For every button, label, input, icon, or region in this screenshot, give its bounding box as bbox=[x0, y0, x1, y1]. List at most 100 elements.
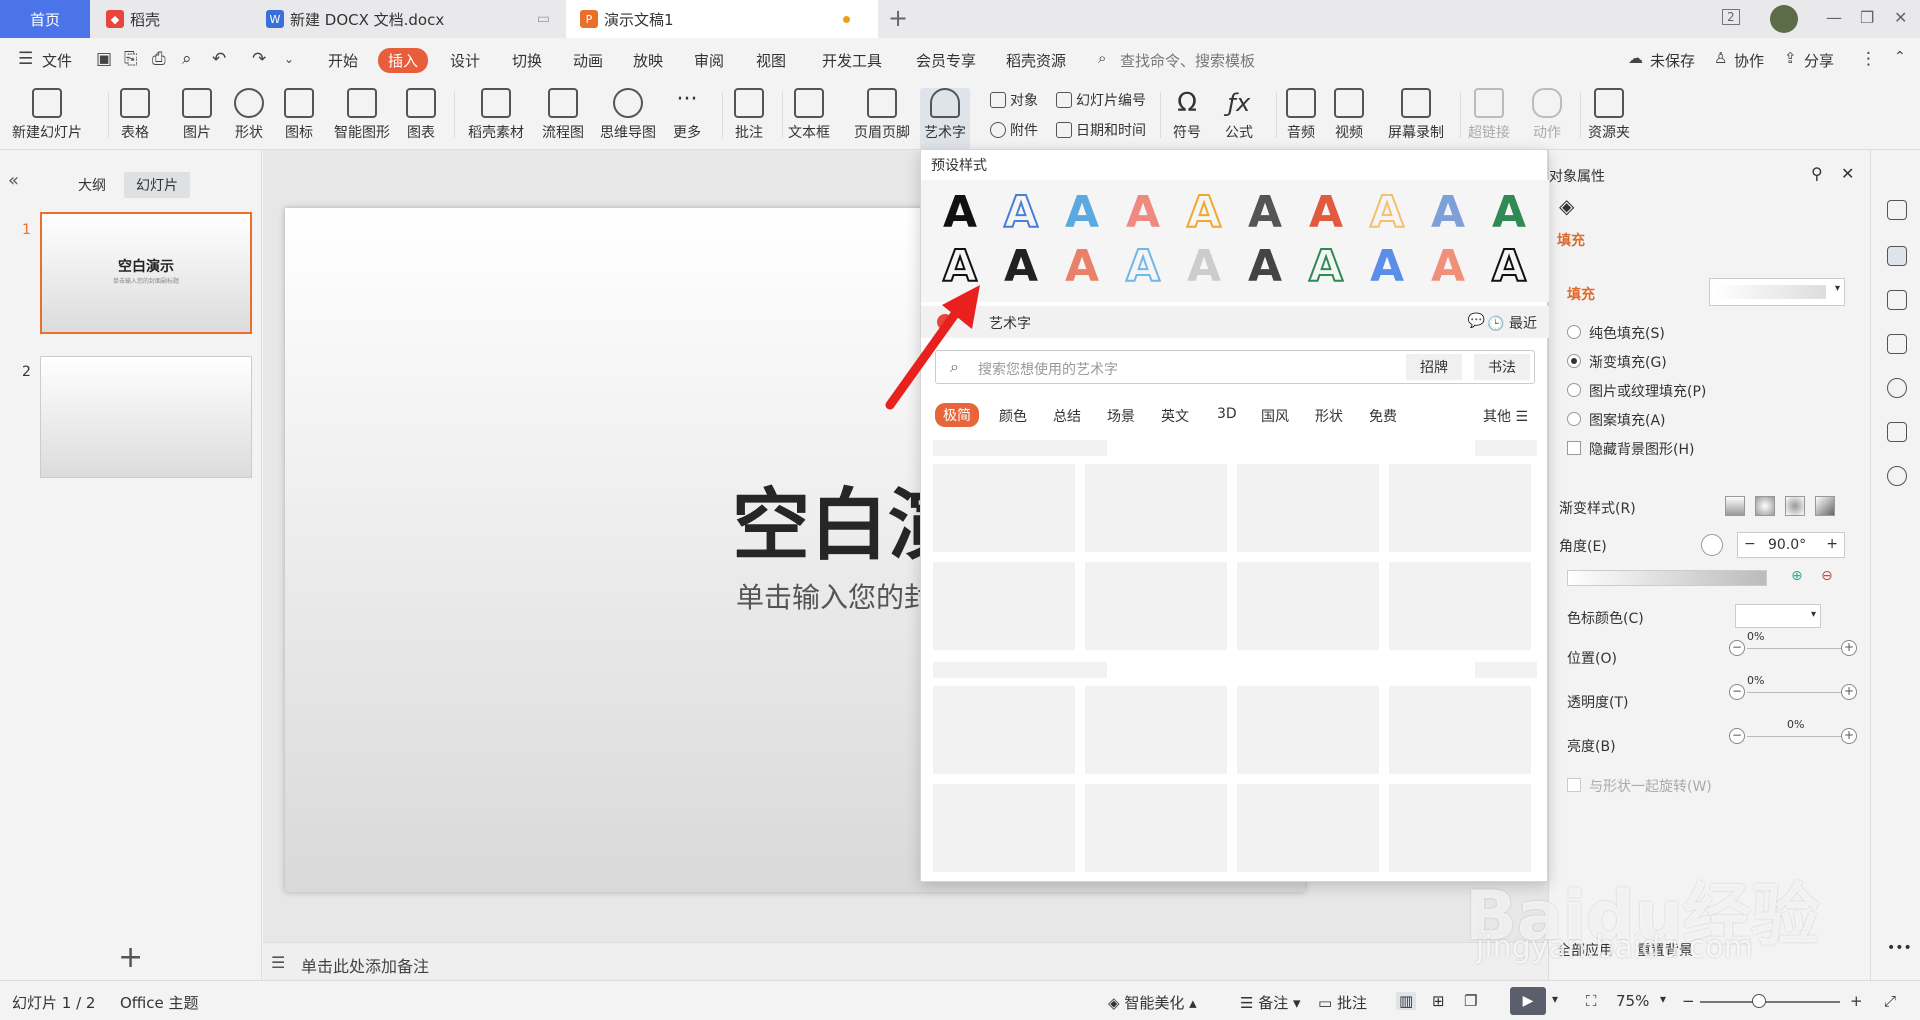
fit-window-icon[interactable]: ⛶ bbox=[1586, 992, 1597, 1010]
radio-solid-fill[interactable] bbox=[1567, 325, 1581, 339]
play-slideshow-button[interactable]: ▶ bbox=[1510, 987, 1546, 1015]
option-picture-fill[interactable]: 图片或纹理填充(P) bbox=[1589, 381, 1706, 401]
wordart-preset-7[interactable]: A bbox=[1301, 188, 1351, 238]
hamburger-icon[interactable]: ☰ bbox=[18, 49, 33, 69]
menu-animation[interactable]: 动画 bbox=[573, 50, 603, 71]
icon-button[interactable]: 图标 bbox=[284, 88, 314, 142]
wordart-preset-2[interactable]: A bbox=[996, 187, 1046, 239]
close-panel-icon[interactable]: ✕ bbox=[1841, 164, 1854, 183]
tag-shufa[interactable]: 书法 bbox=[1474, 354, 1530, 380]
zoom-out-icon[interactable]: − bbox=[1682, 992, 1695, 1010]
fill-tab[interactable]: 填充 bbox=[1557, 230, 1585, 250]
wordart-preset-5[interactable]: A bbox=[1179, 187, 1229, 239]
properties-icon[interactable] bbox=[1887, 246, 1907, 266]
remove-stop-icon[interactable]: ⊖ bbox=[1821, 568, 1833, 584]
menu-member[interactable]: 会员专享 bbox=[916, 50, 976, 71]
category-shape[interactable]: 形状 bbox=[1315, 406, 1343, 426]
hide-bg-label[interactable]: 隐藏背景图形(H) bbox=[1589, 439, 1694, 459]
add-slide-icon[interactable]: + bbox=[118, 940, 143, 975]
window-count-badge[interactable]: 2 bbox=[1722, 9, 1740, 25]
brightness-slider[interactable] bbox=[1747, 736, 1855, 737]
copy-icon[interactable] bbox=[1887, 334, 1907, 354]
play-options-chevron-icon[interactable]: ▾ bbox=[1552, 992, 1558, 1006]
collapse-ribbon-icon[interactable]: ⌃ bbox=[1894, 49, 1906, 65]
redo-icon[interactable]: ↷ bbox=[252, 49, 266, 69]
menu-start[interactable]: 开始 bbox=[328, 50, 358, 71]
lightning-icon[interactable] bbox=[1887, 466, 1907, 486]
chart-button[interactable]: 图表 bbox=[406, 88, 436, 142]
audio-button[interactable]: 音频 bbox=[1286, 88, 1316, 142]
action-button[interactable]: 动作 bbox=[1532, 88, 1562, 142]
wordart-preset-15[interactable]: A bbox=[1179, 242, 1229, 292]
brightness-plus-icon[interactable]: + bbox=[1841, 728, 1857, 744]
brightness-minus-icon[interactable]: − bbox=[1729, 728, 1745, 744]
tab-slides[interactable]: 幻灯片 bbox=[124, 172, 190, 198]
mindmap-button[interactable]: 思维导图 bbox=[600, 88, 656, 142]
hyperlink-button[interactable]: 超链接 bbox=[1468, 88, 1510, 142]
menu-developer[interactable]: 开发工具 bbox=[822, 50, 882, 71]
plus-icon[interactable]: + bbox=[1826, 536, 1838, 552]
share-button[interactable]: 分享 bbox=[1804, 50, 1834, 71]
wordart-preset-1[interactable]: A bbox=[935, 188, 985, 238]
recent-button[interactable]: 🕒 最近 bbox=[1487, 313, 1537, 333]
add-tab-icon[interactable]: + bbox=[888, 4, 908, 32]
print-icon[interactable]: ⎙ bbox=[152, 49, 166, 69]
wordart-search-input[interactable]: ⌕ 搜索您想使用的艺术字 招牌 书法 bbox=[935, 350, 1535, 384]
symbol-button[interactable]: Ω 符号 bbox=[1172, 88, 1202, 142]
zoom-slider[interactable] bbox=[1700, 1001, 1840, 1003]
feedback-icon[interactable]: 💬 bbox=[1468, 313, 1485, 329]
gradient-style-rect[interactable] bbox=[1785, 496, 1805, 516]
tag-zhaopai[interactable]: 招牌 bbox=[1406, 354, 1462, 380]
menu-file[interactable]: 文件 bbox=[42, 50, 72, 71]
minimize-icon[interactable]: — bbox=[1826, 8, 1842, 27]
hide-bg-checkbox[interactable] bbox=[1567, 441, 1581, 455]
pin-icon[interactable]: ⚲ bbox=[1811, 164, 1823, 183]
menu-design[interactable]: 设计 bbox=[450, 50, 480, 71]
radio-picture-fill[interactable] bbox=[1567, 383, 1581, 397]
collapse-panel-icon[interactable]: « bbox=[8, 170, 19, 191]
smart-beautify-button[interactable]: ◈ 智能美化 ▴ bbox=[1108, 992, 1197, 1013]
tab-presentation[interactable]: P 演示文稿1 bbox=[566, 0, 878, 38]
transparency-minus-icon[interactable]: − bbox=[1729, 684, 1745, 700]
notes-toggle-button[interactable]: ☰ 备注 ▾ bbox=[1240, 992, 1301, 1013]
menu-slideshow[interactable]: 放映 bbox=[633, 50, 663, 71]
more-options-icon[interactable]: ••• bbox=[1887, 940, 1912, 956]
menu-view[interactable]: 视图 bbox=[756, 50, 786, 71]
gradient-bar[interactable] bbox=[1567, 570, 1767, 586]
notes-pane[interactable]: ☰ 单击此处添加备注 bbox=[263, 942, 1553, 980]
formula-button[interactable]: ƒx 公式 bbox=[1224, 88, 1254, 142]
angle-stepper[interactable]: − 90.0° + bbox=[1737, 532, 1845, 558]
customize-icon[interactable]: ⌄ bbox=[284, 52, 294, 66]
angle-dial[interactable] bbox=[1701, 534, 1723, 556]
command-search[interactable]: 查找命令、搜索模板 bbox=[1120, 50, 1255, 71]
theme-name[interactable]: Office 主题 bbox=[120, 992, 199, 1013]
wordart-preset-8[interactable]: A bbox=[1362, 187, 1412, 239]
attachment-button[interactable]: 附件 bbox=[990, 120, 1038, 140]
restore-icon[interactable]: ❐ bbox=[1860, 8, 1874, 27]
help-icon[interactable] bbox=[1887, 378, 1907, 398]
save-icon[interactable]: ▣ bbox=[96, 49, 112, 69]
rocket-icon[interactable] bbox=[1887, 200, 1907, 220]
category-guofeng[interactable]: 国风 bbox=[1261, 406, 1289, 426]
textbox-button[interactable]: 文本框 bbox=[788, 88, 830, 142]
more-menu-icon[interactable]: ⋮ bbox=[1860, 49, 1877, 69]
menu-transition[interactable]: 切换 bbox=[512, 50, 542, 71]
new-slide-button[interactable]: 新建幻灯片 bbox=[12, 88, 82, 142]
smart-shape-button[interactable]: 智能图形 bbox=[334, 88, 390, 142]
header-footer-button[interactable]: 页眉页脚 bbox=[854, 88, 910, 142]
category-summary[interactable]: 总结 bbox=[1053, 406, 1081, 426]
wordart-button[interactable]: 艺术字 bbox=[920, 88, 970, 150]
export-icon[interactable]: ⎘ bbox=[124, 49, 138, 69]
category-3d[interactable]: 3D bbox=[1217, 406, 1237, 422]
close-window-icon[interactable]: ✕ bbox=[1894, 8, 1907, 27]
radio-pattern-fill[interactable] bbox=[1567, 412, 1581, 426]
transparency-slider[interactable] bbox=[1747, 692, 1855, 693]
category-english[interactable]: 英文 bbox=[1161, 406, 1189, 426]
datetime-button[interactable]: 日期和时间 bbox=[1056, 120, 1146, 140]
wordart-preset-6[interactable]: A bbox=[1240, 188, 1290, 238]
wordart-preset-10[interactable]: A bbox=[1484, 188, 1534, 238]
zoom-in-icon[interactable]: + bbox=[1850, 992, 1863, 1010]
wordart-preset-9[interactable]: A bbox=[1423, 188, 1473, 238]
tab-home[interactable]: 首页 bbox=[0, 0, 90, 38]
picture-button[interactable]: 图片 bbox=[182, 88, 212, 142]
